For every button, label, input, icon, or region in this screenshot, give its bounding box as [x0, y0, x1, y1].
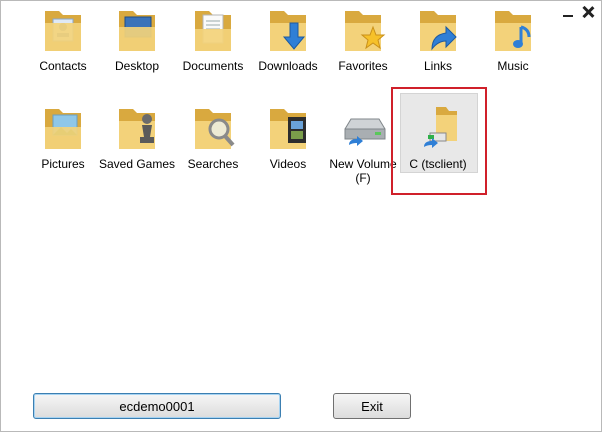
favorites-folder-icon: [339, 5, 387, 55]
tile-label: Downloads: [258, 59, 318, 73]
pictures-folder-icon: [39, 103, 87, 153]
searches-folder-icon: [189, 103, 237, 153]
tile-contacts[interactable]: Contacts: [24, 5, 102, 73]
tile-label: Links: [423, 59, 452, 73]
tile-links[interactable]: Links: [399, 5, 477, 73]
videos-folder-icon: [264, 103, 312, 153]
tile-music[interactable]: Music: [474, 5, 552, 73]
tile-desktop[interactable]: Desktop: [98, 5, 176, 73]
selection-outline: [391, 87, 487, 195]
tile-favorites[interactable]: Favorites: [324, 5, 402, 73]
music-folder-icon: [489, 5, 537, 55]
tile-saved-games[interactable]: Saved Games: [98, 103, 176, 171]
tile-label: Pictures: [41, 157, 85, 171]
window-controls: [561, 5, 595, 19]
links-folder-icon: [414, 5, 462, 55]
tile-label: Searches: [187, 157, 239, 171]
tile-label: Desktop: [114, 59, 160, 73]
saved-games-folder-icon: [113, 103, 161, 153]
tile-videos[interactable]: Videos: [249, 103, 327, 171]
drive-icon: [339, 103, 387, 153]
tile-label: Videos: [269, 157, 307, 171]
tile-documents[interactable]: Documents: [174, 5, 252, 73]
minimize-icon[interactable]: [561, 5, 575, 19]
file-browser-window: Contacts Desktop Documents Downloads Fav…: [0, 0, 602, 432]
tile-label: Contacts: [39, 59, 87, 73]
tile-downloads[interactable]: Downloads: [249, 5, 327, 73]
desktop-folder-icon: [113, 5, 161, 55]
tile-label: Music: [497, 59, 529, 73]
tile-label: Favorites: [338, 59, 388, 73]
exit-button[interactable]: Exit: [333, 393, 411, 419]
tile-pictures[interactable]: Pictures: [24, 103, 102, 171]
downloads-folder-icon: [264, 5, 312, 55]
tile-searches[interactable]: Searches: [174, 103, 252, 171]
documents-folder-icon: [189, 5, 237, 55]
user-button[interactable]: ecdemo0001: [33, 393, 281, 419]
tile-label: Documents: [182, 59, 244, 73]
contacts-folder-icon: [39, 5, 87, 55]
close-icon[interactable]: [581, 5, 595, 19]
tile-label: Saved Games: [98, 157, 176, 171]
